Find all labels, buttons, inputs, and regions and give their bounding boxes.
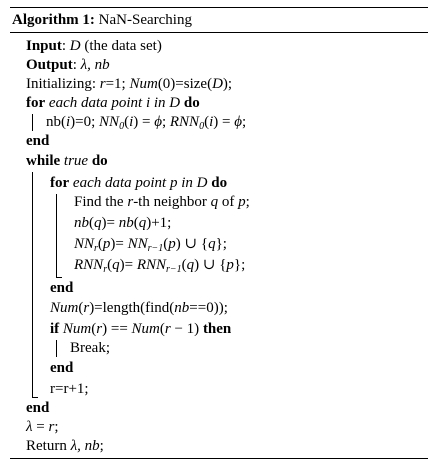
while-bar bbox=[32, 172, 33, 398]
then-keyword: then bbox=[202, 321, 232, 337]
for-init-bar bbox=[32, 114, 33, 131]
bottom-rule bbox=[10, 458, 428, 459]
do-keyword: do bbox=[183, 95, 200, 111]
lambda-line: λ = r; bbox=[26, 419, 59, 435]
if-bar bbox=[56, 340, 57, 357]
nn-update-line: NNr(p)= NNr−1(p) ∪ {q}; bbox=[74, 236, 227, 254]
output-text: : λ, nb bbox=[72, 57, 110, 73]
caption-rule bbox=[10, 32, 428, 33]
for-neighbor-end: end bbox=[50, 280, 74, 296]
caption-title: NaN-Searching bbox=[98, 12, 192, 28]
for-init-end: end bbox=[26, 133, 50, 149]
output-keyword: Output bbox=[26, 57, 73, 73]
r-increment-line: r=r+1; bbox=[50, 381, 89, 397]
while-do-keyword: do bbox=[91, 153, 108, 169]
if-end: end bbox=[50, 360, 74, 376]
caption-label: Algorithm 1: bbox=[12, 12, 95, 28]
for-init-line: for each data point i in D do bbox=[26, 95, 200, 111]
algorithm-caption: Algorithm 1: NaN-Searching bbox=[12, 11, 192, 29]
find-line: Find the r-th neighbor q of p; bbox=[74, 194, 250, 210]
rnn-update-line: RNNr(q)= RNNr−1(q) ∪ {p}; bbox=[74, 257, 246, 275]
if-line: if Num(r) == Num(r − 1) then bbox=[50, 321, 232, 337]
for2-keyword: for bbox=[50, 175, 70, 191]
return-line: Return λ, nb; bbox=[26, 438, 104, 454]
input-text: : D (the data set) bbox=[61, 38, 162, 54]
init-line: Initializing: r=1; Num(0)=size(D); bbox=[26, 76, 233, 92]
num-line: Num(r)=length(find(nb==0)); bbox=[50, 300, 228, 316]
input-keyword: Input bbox=[26, 38, 62, 54]
while-keyword: while bbox=[26, 153, 61, 169]
for-keyword: for bbox=[26, 95, 46, 111]
for-neighbor-line: for each data point p in D do bbox=[50, 175, 228, 191]
for2-do-keyword: do bbox=[211, 175, 228, 191]
if-keyword: if bbox=[50, 321, 60, 337]
nb-increment-line: nb(q)= nb(q)+1; bbox=[74, 215, 172, 231]
output-line: Output: λ, nb bbox=[26, 56, 110, 74]
for-init-body: nb(i)=0; NN0(i) = ϕ; RNN0(i) = ϕ; bbox=[46, 114, 247, 132]
for-neighbor-bar-hook bbox=[56, 277, 62, 278]
while-bar-hook bbox=[32, 397, 38, 398]
break-line: Break; bbox=[70, 340, 110, 356]
top-rule bbox=[10, 7, 428, 8]
input-line: Input: D (the data set) bbox=[26, 37, 162, 55]
algorithm-box: Algorithm 1: NaN-Searching Input: D (the… bbox=[10, 7, 428, 459]
for-neighbor-bar bbox=[56, 194, 57, 278]
while-line: while true do bbox=[26, 153, 108, 169]
while-end: end bbox=[26, 400, 50, 416]
